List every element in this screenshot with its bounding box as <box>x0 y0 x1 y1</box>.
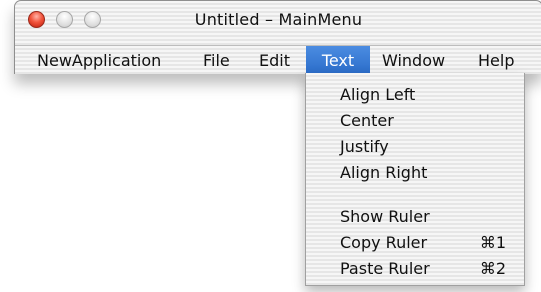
shortcut-paste-ruler: ⌘2 <box>479 259 506 278</box>
menu-item-label: Center <box>340 111 394 130</box>
menu-edit[interactable]: Edit <box>251 46 298 74</box>
menu-item-copy-ruler[interactable]: Copy Ruler ⌘1 <box>306 230 524 256</box>
menu-item-show-ruler[interactable]: Show Ruler <box>306 204 524 230</box>
menu-item-paste-ruler[interactable]: Paste Ruler ⌘2 <box>306 256 524 282</box>
menu-item-label: Align Right <box>340 163 428 182</box>
menu-item-label: Show Ruler <box>340 207 430 226</box>
menu-file[interactable]: File <box>195 46 238 74</box>
menu-item-label: Justify <box>340 137 389 156</box>
menu-text[interactable]: Text <box>306 46 370 74</box>
menu-item-center[interactable]: Center <box>306 108 524 134</box>
menu-item-justify[interactable]: Justify <box>306 134 524 160</box>
menu-item-align-left[interactable]: Align Left <box>306 82 524 108</box>
menu-item-align-right[interactable]: Align Right <box>306 160 524 186</box>
menu-item-label: Copy Ruler <box>340 233 428 252</box>
menu-newapplication[interactable]: NewApplication <box>29 46 169 74</box>
menu-window[interactable]: Window <box>374 46 453 74</box>
text-menu-dropdown: Align Left Center Justify Align Right Sh… <box>305 73 525 286</box>
menu-item-label: Align Left <box>340 85 416 104</box>
title-bar[interactable]: Untitled – MainMenu <box>15 1 541 41</box>
menu-help[interactable]: Help <box>470 46 522 74</box>
app-window: Untitled – MainMenu NewApplication File … <box>14 0 541 74</box>
shortcut-copy-ruler: ⌘1 <box>479 233 506 252</box>
window-title: Untitled – MainMenu <box>194 10 363 29</box>
menu-bar: NewApplication File Edit Text Window Hel… <box>15 45 541 74</box>
menu-item-label: Paste Ruler <box>340 259 430 278</box>
